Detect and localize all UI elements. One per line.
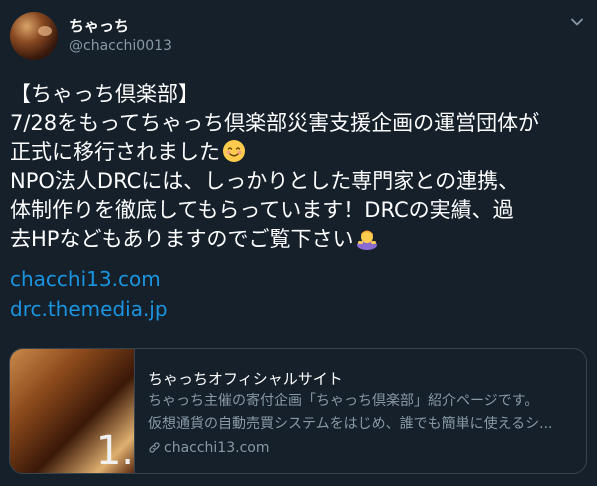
tweet-line: 去HPなどもありますのでご覧下さい [10, 225, 594, 254]
chevron-down-icon[interactable] [569, 14, 585, 30]
tweet-links: chacchi13.com drc.themedia.jp [10, 264, 168, 324]
tweet-text: 【ちゃっち倶楽部】 7/28をもってちゃっち倶楽部災害支援企画の運営団体が 正式… [10, 80, 594, 254]
card-description: ちゃっち主催の寄付企画「ちゃっち倶楽部」紹介ページです。 [148, 393, 539, 409]
tweet-line: 7/28をもってちゃっち倶楽部災害支援企画の運営団体が [10, 111, 540, 135]
link-chacchi13[interactable]: chacchi13.com [10, 264, 168, 294]
smiling-face-icon [222, 139, 246, 163]
tweet-line: 【ちゃっち倶楽部】 [10, 82, 199, 106]
tweet-line: NPO法人DRCには、しっかりとした専門家との連携、 [10, 169, 520, 193]
card-thumbnail: 1. [10, 349, 135, 473]
thumbnail-text: 1. [95, 428, 134, 474]
tweet-line-text: 去HPなどもありますのでご覧下さい [10, 227, 354, 251]
link-drc[interactable]: drc.themedia.jp [10, 294, 168, 324]
card-title: ちゃっちオフィシャルサイト [148, 370, 343, 388]
person-bowing-icon [355, 226, 379, 250]
display-name[interactable]: ちゃっち [69, 15, 129, 36]
tweet-line: 体制作りを徹底してもらっています！DRCの実績、過 [10, 198, 514, 222]
link-icon [149, 442, 160, 453]
avatar[interactable] [10, 12, 58, 60]
tweet-line-text: 正式に移行されました [10, 140, 220, 164]
card-description: 仮想通貨の自動売買システムをはじめ、誰でも簡単に使えるシ... [148, 416, 553, 432]
card-domain-text: chacchi13.com [164, 440, 270, 456]
card-text: ちゃっちオフィシャルサイト ちゃっち主催の寄付企画「ちゃっち倶楽部」紹介ページで… [148, 369, 578, 458]
tweet-line: 正式に移行されました [10, 138, 594, 167]
card-domain: chacchi13.com [148, 438, 578, 458]
handle[interactable]: @chacchi0013 [69, 38, 172, 54]
link-card[interactable]: 1. ちゃっちオフィシャルサイト ちゃっち主催の寄付企画「ちゃっち倶楽部」紹介ペ… [9, 348, 587, 474]
